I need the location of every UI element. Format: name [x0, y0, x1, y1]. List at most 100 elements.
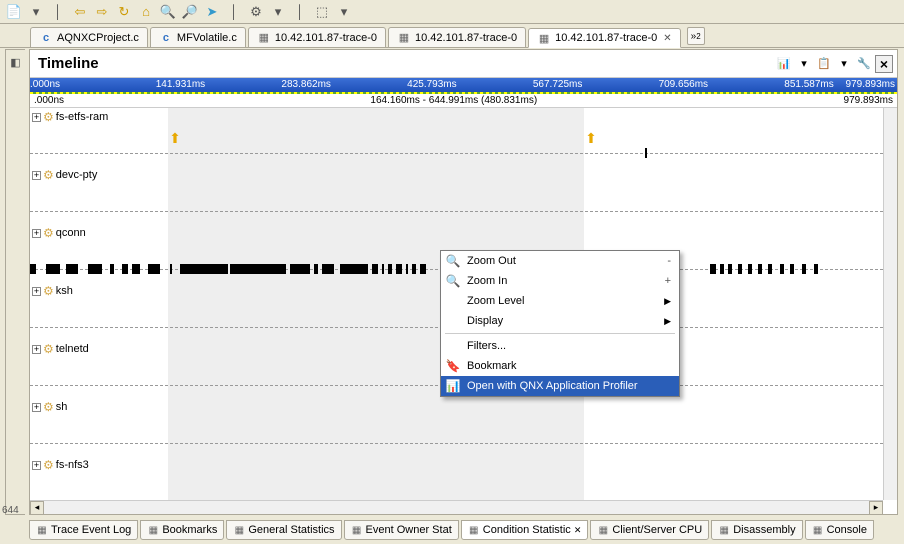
event-block — [814, 264, 818, 274]
bottom-tab[interactable]: ▦Event Owner Stat — [344, 520, 459, 540]
timeline-row[interactable]: +⚙fs-etfs-ram⬆⬆ — [30, 108, 883, 166]
process-name: fs-nfs3 — [56, 459, 89, 471]
timeline-row[interactable]: +⚙sh — [30, 398, 883, 456]
row-label[interactable]: +⚙fs-nfs3 — [32, 458, 89, 472]
tab-close-icon[interactable]: ✕ — [574, 525, 582, 536]
zoom-in-icon[interactable]: 🔎 — [180, 2, 200, 22]
editor-tab[interactable]: ▦10.42.101.87-trace-0 — [248, 27, 386, 47]
toolbar-icon[interactable]: 📄 — [4, 2, 24, 22]
dropdown-icon[interactable]: ▾ — [835, 55, 853, 73]
scroll-left-icon[interactable]: ◂ — [30, 501, 44, 515]
gutter-icon[interactable]: ◧ — [10, 56, 20, 69]
ruler-tick-label: 141.931ms — [156, 79, 205, 90]
view-icon: ▦ — [351, 524, 363, 536]
nav-back-icon[interactable]: ⇦ — [70, 2, 90, 22]
menu-item[interactable]: Zoom Level▶ — [441, 291, 679, 311]
menu-item-icon: 🔍 — [445, 274, 461, 288]
expand-toggle-icon[interactable]: + — [32, 113, 41, 122]
event-block — [738, 264, 742, 274]
menu-item-icon: 🔍 — [445, 254, 461, 268]
toolbar-icon[interactable]: ⌂ — [136, 2, 156, 22]
editor-tab[interactable]: ▦10.42.101.87-trace-0✕ — [528, 28, 681, 48]
row-label[interactable]: +⚙qconn — [32, 226, 86, 240]
row-label[interactable]: +⚙telnetd — [32, 342, 89, 356]
menu-item[interactable]: 🔍Zoom In+ — [441, 271, 679, 291]
row-label[interactable]: +⚙devc-pty — [32, 168, 97, 182]
bottom-tab-label: Disassembly — [733, 524, 795, 536]
zoom-out-icon[interactable]: 🔍 — [158, 2, 178, 22]
tab-label: 10.42.101.87-trace-0 — [275, 32, 377, 44]
event-track — [30, 438, 883, 448]
editor-tab[interactable]: cMFVolatile.c — [150, 27, 246, 47]
editor-tab[interactable]: cAQNXCProject.c — [30, 27, 148, 47]
expand-toggle-icon[interactable]: + — [32, 461, 41, 470]
event-block — [314, 264, 318, 274]
bottom-tab[interactable]: ▦Bookmarks — [140, 520, 224, 540]
horizontal-scrollbar[interactable]: ◂ ▸ — [30, 500, 883, 514]
toolbar-icon[interactable]: ⬚ — [312, 2, 332, 22]
timeline-ruler[interactable]: .000ns141.931ms283.862ms425.793ms567.725… — [30, 78, 897, 94]
bottom-tab[interactable]: ▦General Statistics — [226, 520, 341, 540]
toolbar-sep: │ — [224, 2, 244, 22]
tabs-overflow-button[interactable]: »2 — [687, 27, 705, 45]
event-block — [30, 264, 36, 274]
menu-shortcut: + — [665, 275, 671, 287]
panel-tool-icon[interactable]: 📋 — [815, 55, 833, 73]
event-block — [340, 264, 368, 274]
bottom-tab[interactable]: ▦Client/Server CPU — [590, 520, 709, 540]
timeline-row[interactable]: +⚙devc-pty — [30, 166, 883, 224]
bottom-tab-label: Bookmarks — [162, 524, 217, 536]
row-label[interactable]: +⚙ksh — [32, 284, 73, 298]
process-name: fs-etfs-ram — [56, 111, 109, 123]
row-label[interactable]: +⚙sh — [32, 400, 67, 414]
process-icon: ⚙ — [43, 284, 54, 298]
toolbar-icon[interactable]: ➤ — [202, 2, 222, 22]
submenu-arrow-icon: ▶ — [664, 316, 671, 327]
menu-item[interactable]: Display ▶ — [441, 311, 679, 331]
expand-toggle-icon[interactable]: + — [32, 403, 41, 412]
toolbar-icon[interactable]: ⚙ — [246, 2, 266, 22]
ruler-tick-label: 979.893ms — [846, 79, 895, 90]
close-button[interactable]: × — [875, 55, 893, 73]
timeline-row[interactable]: +⚙fs-nfs3 — [30, 456, 883, 500]
bottom-tab[interactable]: ▦Trace Event Log — [29, 520, 138, 540]
range-selection: 164.160ms - 644.991ms (480.831ms) — [64, 95, 843, 106]
timeline-marker-icon[interactable]: ⬆ — [168, 130, 182, 147]
tab-close-icon[interactable]: ✕ — [663, 33, 671, 44]
menu-item[interactable]: 🔖Bookmark — [441, 356, 679, 376]
toolbar-icon[interactable]: ▾ — [26, 2, 46, 22]
bottom-tab-label: General Statistics — [248, 524, 334, 536]
event-block — [110, 264, 114, 274]
menu-item[interactable]: Filters... — [441, 336, 679, 356]
panel-tool-icon[interactable]: 📊 — [775, 55, 793, 73]
menu-item[interactable]: 🔍Zoom Out- — [441, 251, 679, 271]
panel-tool-icon[interactable]: 🔧 — [855, 55, 873, 73]
expand-toggle-icon[interactable]: + — [32, 287, 41, 296]
timeline-marker-icon[interactable]: ⬆ — [584, 130, 598, 147]
dropdown-icon[interactable]: ▾ — [795, 55, 813, 73]
toolbar-icon[interactable]: ▾ — [268, 2, 288, 22]
menu-item-label: Display — [467, 315, 503, 327]
nav-fwd-icon[interactable]: ⇨ — [92, 2, 112, 22]
bottom-tab-label: Event Owner Stat — [366, 524, 452, 536]
bottom-tab[interactable]: ▦Disassembly — [711, 520, 802, 540]
expand-toggle-icon[interactable]: + — [32, 345, 41, 354]
event-block — [748, 264, 752, 274]
toolbar-icon[interactable]: ▾ — [334, 2, 354, 22]
event-block — [768, 264, 772, 274]
bottom-tab[interactable]: ▦Condition Statistic ✕ — [461, 520, 589, 540]
expand-toggle-icon[interactable]: + — [32, 229, 41, 238]
editor-tab[interactable]: ▦10.42.101.87-trace-0 — [388, 27, 526, 47]
bottom-tab[interactable]: ▦Console — [805, 520, 874, 540]
toolbar-icon[interactable]: ↻ — [114, 2, 134, 22]
vertical-scrollbar[interactable] — [883, 108, 897, 500]
menu-item[interactable]: 📊Open with QNX Application Profiler — [441, 376, 679, 396]
expand-toggle-icon[interactable]: + — [32, 171, 41, 180]
scroll-right-icon[interactable]: ▸ — [869, 501, 883, 515]
event-block — [382, 264, 384, 274]
row-label[interactable]: +⚙fs-etfs-ram — [32, 110, 108, 124]
event-block — [710, 264, 716, 274]
event-track: ⬆⬆ — [30, 148, 883, 158]
event-tick — [645, 148, 647, 158]
process-icon: ⚙ — [43, 168, 54, 182]
